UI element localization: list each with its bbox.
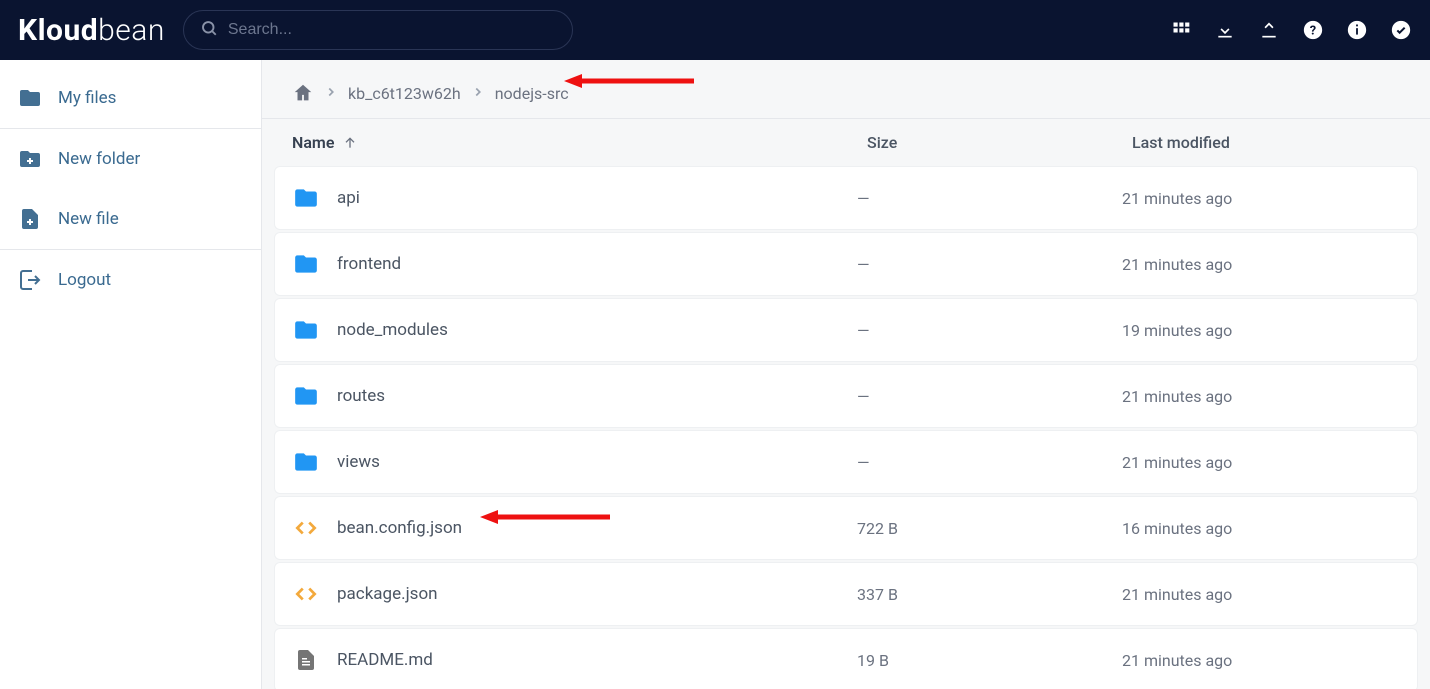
breadcrumb-item[interactable]: kb_c6t123w62h — [348, 84, 461, 103]
table-header-row: Name Size Last modified — [262, 119, 1430, 166]
home-icon[interactable] — [292, 82, 314, 104]
sidebar-item-label: My files — [58, 88, 116, 108]
table-row[interactable]: api—21 minutes ago — [274, 166, 1418, 230]
topbar-actions: ? — [1170, 19, 1412, 41]
sidebar-item-new-file[interactable]: New file — [0, 189, 261, 249]
file-name: views — [337, 452, 857, 472]
folder-icon — [293, 449, 319, 475]
folder-icon — [293, 251, 319, 277]
sidebar-item-logout[interactable]: Logout — [0, 250, 261, 310]
brand-part-2: bean — [98, 13, 165, 48]
topbar: Kloudbean ? — [0, 0, 1430, 60]
column-header-modified[interactable]: Last modified — [1132, 133, 1400, 152]
folder-icon — [293, 317, 319, 343]
file-modified: 21 minutes ago — [1122, 585, 1399, 604]
code-file-icon — [293, 515, 319, 541]
column-header-size[interactable]: Size — [867, 133, 1132, 152]
file-name: bean.config.json — [337, 518, 857, 538]
search-icon — [200, 19, 218, 41]
sidebar-item-my-files[interactable]: My files — [0, 68, 261, 128]
main-content: kb_c6t123w62h nodejs-src Name Size Last … — [262, 60, 1430, 689]
sort-asc-icon — [342, 135, 358, 151]
file-modified: 21 minutes ago — [1122, 387, 1399, 406]
folder-icon — [18, 86, 42, 110]
file-size: 19 B — [857, 651, 1122, 670]
sidebar-item-new-folder[interactable]: New folder — [0, 129, 261, 189]
sidebar-item-label: New folder — [58, 149, 140, 169]
search-box[interactable] — [183, 10, 573, 50]
file-size: 722 B — [857, 519, 1122, 538]
upload-icon[interactable] — [1258, 19, 1280, 41]
folder-icon — [293, 383, 319, 409]
file-modified: 16 minutes ago — [1122, 519, 1399, 538]
folder-icon — [293, 185, 319, 211]
info-icon[interactable] — [1346, 19, 1368, 41]
file-name: routes — [337, 386, 857, 406]
download-icon[interactable] — [1214, 19, 1236, 41]
brand-part-1: Kloud — [18, 13, 98, 48]
help-icon[interactable]: ? — [1302, 19, 1324, 41]
file-size: — — [857, 321, 1122, 340]
file-modified: 21 minutes ago — [1122, 255, 1399, 274]
file-name: api — [337, 188, 857, 208]
logout-icon — [18, 268, 42, 292]
file-rows: api—21 minutes agofrontend—21 minutes ag… — [262, 166, 1430, 689]
file-name: node_modules — [337, 320, 857, 340]
table-row[interactable]: node_modules—19 minutes ago — [274, 298, 1418, 362]
file-modified: 21 minutes ago — [1122, 189, 1399, 208]
table-row[interactable]: routes—21 minutes ago — [274, 364, 1418, 428]
file-size: — — [857, 255, 1122, 274]
chevron-right-icon — [324, 84, 338, 103]
new-folder-icon — [18, 147, 42, 171]
file-size: — — [857, 189, 1122, 208]
file-size: 337 B — [857, 585, 1122, 604]
check-icon[interactable] — [1390, 19, 1412, 41]
file-name: README.md — [337, 650, 857, 670]
sidebar-item-label: New file — [58, 209, 119, 229]
file-modified: 19 minutes ago — [1122, 321, 1399, 340]
table-row[interactable]: README.md19 B21 minutes ago — [274, 628, 1418, 689]
file-name: package.json — [337, 584, 857, 604]
breadcrumb: kb_c6t123w62h nodejs-src — [262, 78, 1430, 119]
search-input[interactable] — [228, 21, 556, 39]
file-size: — — [857, 387, 1122, 406]
column-header-name[interactable]: Name — [292, 133, 867, 152]
svg-text:?: ? — [1310, 24, 1316, 39]
file-modified: 21 minutes ago — [1122, 651, 1399, 670]
breadcrumb-item-current[interactable]: nodejs-src — [495, 84, 569, 103]
apps-icon[interactable] — [1170, 19, 1192, 41]
table-row[interactable]: views—21 minutes ago — [274, 430, 1418, 494]
table-row[interactable]: package.json337 B21 minutes ago — [274, 562, 1418, 626]
table-row[interactable]: bean.config.json722 B16 minutes ago — [274, 496, 1418, 560]
chevron-right-icon — [471, 84, 485, 103]
new-file-icon — [18, 207, 42, 231]
file-modified: 21 minutes ago — [1122, 453, 1399, 472]
file-name: frontend — [337, 254, 857, 274]
code-file-icon — [293, 581, 319, 607]
doc-file-icon — [293, 647, 319, 673]
brand-logo[interactable]: Kloudbean — [18, 13, 165, 48]
sidebar: My files New folder New file Logout — [0, 60, 262, 689]
file-size: — — [857, 453, 1122, 472]
sidebar-item-label: Logout — [58, 270, 111, 290]
table-row[interactable]: frontend—21 minutes ago — [274, 232, 1418, 296]
